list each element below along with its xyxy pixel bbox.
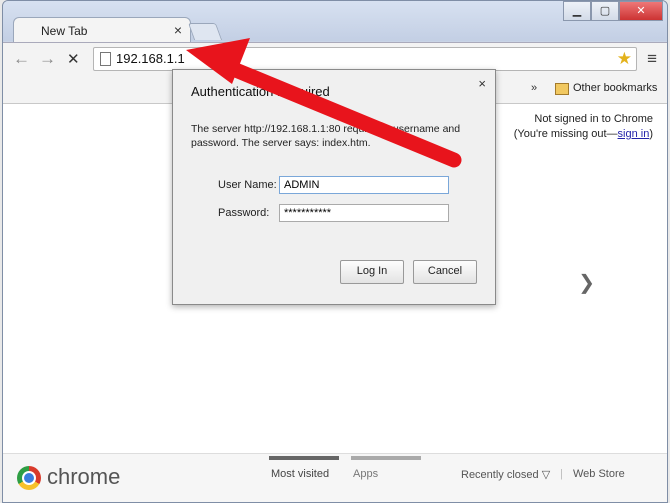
- folder-icon: [555, 83, 569, 95]
- signin-line1: Not signed in to Chrome: [534, 113, 653, 125]
- title-bar: New Tab × ▁ ▢ ✕: [3, 1, 667, 44]
- sign-in-link[interactable]: sign in: [618, 128, 650, 140]
- web-store-link[interactable]: Web Store: [573, 468, 625, 480]
- recently-closed-menu[interactable]: Recently closed ▽: [461, 468, 550, 481]
- new-tab-button[interactable]: [187, 23, 223, 40]
- address-bar[interactable]: 192.168.1.1 ★: [93, 47, 637, 71]
- tab-most-visited[interactable]: Most visited: [268, 456, 340, 480]
- footer-separator: |: [560, 468, 563, 480]
- login-button[interactable]: Log In: [340, 260, 404, 284]
- dialog-title: Authentication Required: [191, 84, 330, 99]
- password-input[interactable]: ***********: [279, 204, 449, 222]
- page-icon: [100, 52, 111, 66]
- stop-icon[interactable]: ✕: [67, 50, 80, 68]
- tab-apps[interactable]: Apps: [350, 456, 422, 480]
- minimize-button[interactable]: ▁: [563, 1, 591, 21]
- chrome-logo-icon: [17, 466, 41, 490]
- forward-icon[interactable]: →: [39, 49, 56, 69]
- auth-dialog: Authentication Required × The server htt…: [172, 69, 496, 305]
- password-label: Password:: [218, 207, 270, 219]
- ntp-footer: chrome Most visited Apps Recently closed…: [3, 453, 667, 502]
- bookmarks-overflow-icon[interactable]: »: [531, 82, 537, 94]
- dialog-message: The server http://192.168.1.1:80 require…: [191, 123, 461, 149]
- maximize-button[interactable]: ▢: [591, 1, 619, 21]
- tab-title: New Tab: [41, 24, 88, 38]
- chrome-wordmark: chrome: [47, 464, 121, 489]
- next-page-chevron-icon[interactable]: ❯: [578, 270, 595, 295]
- window-controls: ▁ ▢ ✕: [563, 1, 663, 21]
- signin-notice: Not signed in to Chrome (You're missing …: [514, 112, 653, 142]
- menu-icon[interactable]: ≡: [647, 49, 657, 69]
- tab-new-tab[interactable]: New Tab ×: [13, 17, 191, 44]
- tab-close-icon[interactable]: ×: [174, 22, 182, 38]
- back-icon[interactable]: ←: [13, 49, 30, 69]
- signin-prefix: (You're missing out—: [513, 128, 618, 140]
- bookmark-star-icon[interactable]: ★: [617, 49, 632, 69]
- username-input[interactable]: ADMIN: [279, 176, 449, 194]
- signin-suffix: ): [649, 128, 653, 140]
- close-window-button[interactable]: ✕: [619, 1, 663, 21]
- url-text: 192.168.1.1: [116, 51, 185, 66]
- username-label: User Name:: [218, 179, 277, 191]
- cancel-button[interactable]: Cancel: [413, 260, 477, 284]
- other-bookmarks-button[interactable]: Other bookmarks: [573, 82, 657, 94]
- loading-icon: [27, 24, 33, 36]
- signin-line2: (You're missing out—sign in): [514, 127, 653, 142]
- dialog-close-icon[interactable]: ×: [478, 76, 486, 91]
